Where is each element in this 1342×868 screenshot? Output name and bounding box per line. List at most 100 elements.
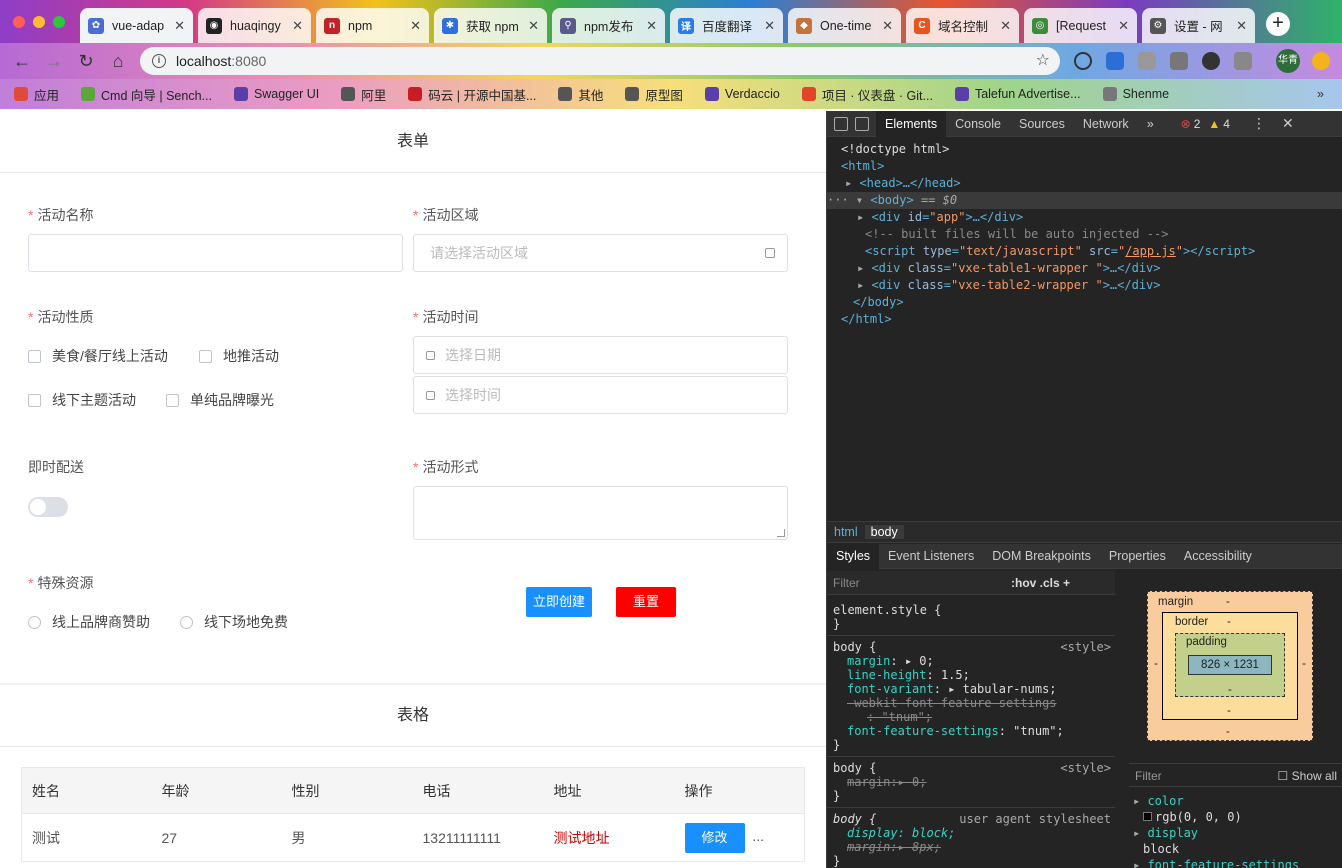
subtab-properties[interactable]: Properties [1100,544,1175,569]
speed-extension-icon[interactable] [1074,52,1092,70]
rule-source[interactable]: <style> [1060,761,1111,775]
shield-extension-icon[interactable] [1106,52,1124,70]
show-all-checkbox[interactable]: ☐ Show all [1278,764,1337,788]
activity-type-checkbox-online[interactable]: 美食/餐厅线上活动 [28,346,168,366]
mail-extension-icon[interactable] [1170,52,1188,70]
activity-type-checkbox-offline[interactable]: 线下主题活动 [28,390,136,410]
close-tab-icon[interactable]: ✕ [410,18,421,34]
browser-tab[interactable]: ⚲ npm发布 ✕ [552,8,665,43]
rule-body-2[interactable]: body { <style> margin:▸ 0; } [827,757,1115,808]
minimize-window-button[interactable] [33,16,45,28]
special-resource-radio-sponsor[interactable]: 线上品牌商赞助 [28,612,150,632]
close-window-button[interactable] [13,16,25,28]
styles-filter-options[interactable]: :hov .cls + [1011,571,1070,595]
bookmark-item[interactable]: Verdaccio [704,87,780,101]
dom-wrapper-2[interactable]: ▸ <div class="vxe-table2-wrapper ">…</di… [827,277,1342,294]
bookmark-item[interactable]: 原型图 [625,85,683,104]
breadcrumb-body[interactable]: body [864,525,904,539]
browser-tab[interactable]: ◎ [Request ✕ [1024,8,1137,43]
computed-color[interactable]: ▸ color [1133,793,1342,809]
warning-icon[interactable]: ▲ [1208,117,1220,131]
device-toolbar-icon[interactable] [855,116,869,131]
time-picker-input[interactable]: 选择时间 [413,376,788,414]
close-tab-icon[interactable]: ✕ [292,18,303,34]
subtab-dom-breakpoints[interactable]: DOM Breakpoints [983,544,1100,569]
subtab-event-listeners[interactable]: Event Listeners [879,544,983,569]
bookmark-item[interactable]: Shenme [1102,87,1169,101]
dom-html-close[interactable]: </html> [827,311,1342,328]
bookmark-item[interactable]: 其他 [558,85,603,104]
instant-delivery-switch[interactable] [28,497,68,517]
browser-tab[interactable]: ⚙ 设置 - 网 ✕ [1142,8,1255,43]
kebab-menu-icon[interactable]: ⋮ [1252,115,1266,132]
tab-network[interactable]: Network [1074,111,1138,137]
special-resource-radio-venue[interactable]: 线下场地免费 [180,612,288,632]
activity-form-textarea[interactable] [413,486,788,540]
bookmark-item[interactable]: 码云 | 开源中国基... [408,85,536,104]
rule-body-1[interactable]: body { <style> margin: ▸ 0; line-height:… [827,636,1115,757]
dom-comment[interactable]: <!-- built files will be auto injected -… [827,226,1342,243]
subtab-styles[interactable]: Styles [827,543,880,569]
dom-body-selected[interactable]: ··· ▾ <body> == $0 [827,192,1342,209]
rule-element-style[interactable]: element.style { } [827,599,1115,636]
bookmark-item[interactable]: 阿里 [341,85,386,104]
dom-head[interactable]: ▸ <head>…</head> [827,175,1342,192]
activity-type-checkbox-ground[interactable]: 地推活动 [199,346,279,366]
bookmark-item[interactable]: 项目 · 仪表盘 · Git... [801,85,933,104]
resize-handle-icon[interactable] [777,529,785,537]
extension-icon[interactable] [1138,52,1156,70]
browser-tab[interactable]: C 域名控制 ✕ [906,8,1019,43]
bookmark-item[interactable]: Talefun Advertise... [954,87,1081,101]
date-picker-input[interactable]: 选择日期 [413,336,788,374]
more-actions[interactable]: ... [752,828,764,844]
more-bookmarks-icon[interactable]: » [1317,87,1324,101]
inspect-element-icon[interactable] [834,116,848,131]
edit-button[interactable]: 修改 [684,822,745,853]
home-icon[interactable]: ⌂ [106,49,130,73]
dom-div-app[interactable]: ▸ <div id="app">…</div> [827,209,1342,226]
dom-script[interactable]: <script type="text/javascript" src="/app… [827,243,1342,260]
reset-button[interactable]: 重置 [616,587,676,617]
browser-tab[interactable]: n npm ✕ [316,8,429,43]
browser-tab[interactable]: ✱ 获取 npm ✕ [434,8,547,43]
bookmark-star-icon[interactable]: ☆ [1036,50,1050,70]
rule-body-ua[interactable]: body { user agent stylesheet display: bl… [827,808,1115,868]
close-tab-icon[interactable]: ✕ [1236,18,1247,34]
tab-elements[interactable]: Elements [876,110,947,137]
site-info-icon[interactable]: i [152,54,166,68]
computed-font-feature-settings[interactable]: ▸ font-feature-settings [1133,857,1342,868]
activity-name-input[interactable] [28,234,403,272]
tab-sources[interactable]: Sources [1010,111,1074,137]
address-bar[interactable]: i localhost:8080 ☆ [140,47,1060,75]
puzzle-extension-icon[interactable] [1202,52,1220,70]
activity-region-select[interactable]: 请选择活动区域 [413,234,788,272]
dom-body-close[interactable]: </body> [827,294,1342,311]
error-icon[interactable]: ⊗ [1181,117,1191,131]
color-swatch-icon[interactable] [1143,812,1152,821]
browser-tab[interactable]: ✿ vue-adap ✕ [80,8,193,43]
activity-type-checkbox-brand[interactable]: 单纯品牌曝光 [166,390,274,410]
profile-avatar[interactable]: 华青 [1276,49,1300,73]
browser-tab[interactable]: ◆ One-time ✕ [788,8,901,43]
close-tab-icon[interactable]: ✕ [174,18,185,34]
close-tab-icon[interactable]: ✕ [646,18,657,34]
tab-console[interactable]: Console [946,111,1010,137]
close-tab-icon[interactable]: ✕ [764,18,775,34]
computed-display[interactable]: ▸ display [1133,825,1342,841]
new-tab-button[interactable]: + [1266,12,1290,36]
subtab-accessibility[interactable]: Accessibility [1175,544,1261,569]
translate-extension-icon[interactable] [1234,52,1252,70]
computed-filter-input[interactable]: Filter ☐ Show all [1129,763,1342,787]
forward-icon[interactable]: → [42,49,66,73]
create-button[interactable]: 立即创建 [526,587,592,617]
breadcrumb-html[interactable]: html [828,525,864,539]
close-tab-icon[interactable]: ✕ [882,18,893,34]
bookmark-item[interactable]: 应用 [14,85,59,104]
dom-html-open[interactable]: <html> [827,158,1342,175]
bookmark-item[interactable]: Cmd 向导 | Sench... [81,85,212,104]
browser-tab[interactable]: 译百度翻译 ✕ [670,8,783,43]
back-icon[interactable]: ← [10,49,34,73]
close-tab-icon[interactable]: ✕ [1118,18,1129,34]
styles-filter-input[interactable]: Filter :hov .cls + [827,571,1115,595]
browser-tab[interactable]: ◉ huaqingy ✕ [198,8,311,43]
